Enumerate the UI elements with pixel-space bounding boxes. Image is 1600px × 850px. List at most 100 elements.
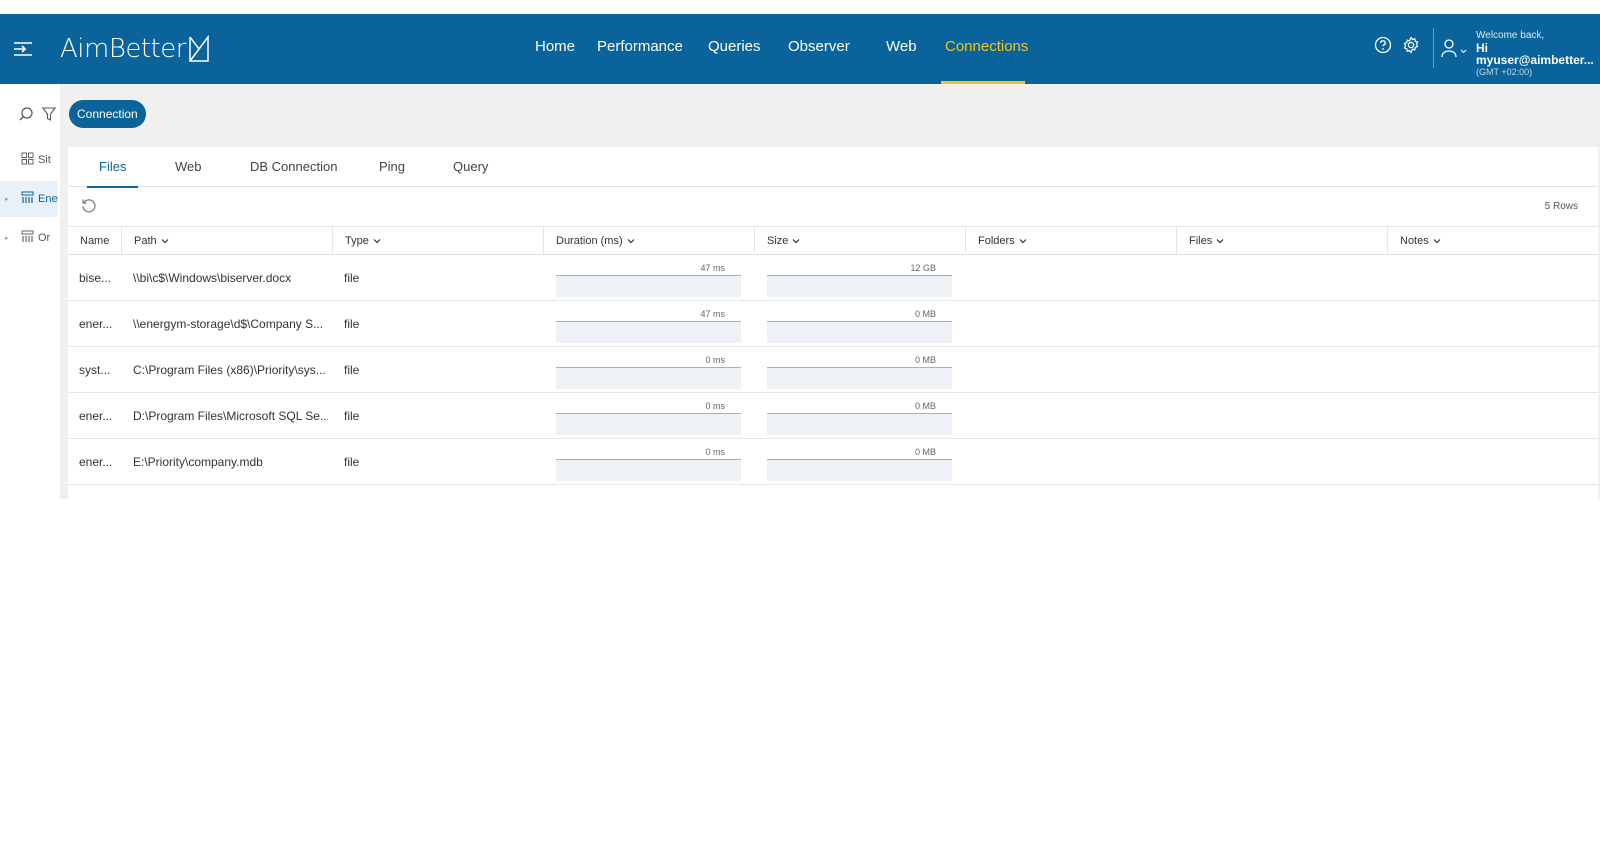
tab-bar: Files Web DB Connection Ping Query: [68, 147, 1598, 188]
app-logo[interactable]: AimBetter: [60, 34, 210, 64]
cell-type: file: [344, 363, 360, 377]
top-bar: AimBetter Home Performance Queries Obser…: [0, 14, 1600, 84]
sort-chevron-icon: [627, 239, 635, 244]
column-header-duration[interactable]: Duration (ms): [543, 227, 754, 255]
expand-caret-icon[interactable]: ▸: [5, 195, 13, 203]
nav-queries[interactable]: Queries: [708, 14, 761, 84]
menu-toggle-icon[interactable]: [12, 38, 34, 60]
duration-value: 47 ms: [700, 309, 725, 319]
duration-value: 0 ms: [705, 401, 725, 411]
nav-connections[interactable]: Connections: [941, 14, 1028, 84]
column-header-notes[interactable]: Notes: [1387, 227, 1598, 255]
table-row[interactable]: syst... C:\Program Files (x86)\Priority\…: [68, 347, 1598, 393]
sidebar-item-label: Sit: [38, 154, 51, 166]
cell-name: ener...: [79, 455, 113, 469]
user-info[interactable]: Welcome back, Hi myuser@aimbetter... (GM…: [1476, 30, 1600, 78]
table-row[interactable]: ener... E:\Priority\company.mdb file 0 m…: [68, 439, 1598, 485]
duration-value: 0 ms: [705, 355, 725, 365]
size-bar: 12 GB: [767, 263, 952, 297]
nav-observer[interactable]: Observer: [788, 14, 850, 84]
duration-bar-track: [556, 459, 741, 481]
size-bar-track: [767, 367, 952, 389]
table-row[interactable]: ener... D:\Program Files\Microsoft SQL S…: [68, 393, 1598, 439]
cell-name: ener...: [79, 409, 113, 423]
table-row[interactable]: ener... \\energym-storage\d$\Company S..…: [68, 301, 1598, 347]
cell-type: file: [344, 317, 360, 331]
tab-ping[interactable]: Ping: [379, 147, 405, 187]
duration-bar-track: [556, 321, 741, 343]
sidebar-item-label: Or: [38, 232, 51, 244]
sidebar-item-or[interactable]: ▸ Or: [0, 220, 58, 256]
header-divider: [1433, 28, 1434, 68]
cell-type: file: [344, 271, 360, 285]
user-greeting: Hi myuser@aimbetter...: [1476, 41, 1594, 67]
tab-files[interactable]: Files: [86, 147, 140, 188]
connections-panel: Files Web DB Connection Ping Query 5 Row…: [68, 147, 1598, 499]
sort-chevron-icon: [161, 239, 169, 244]
column-header-size[interactable]: Size: [754, 227, 965, 255]
cell-name: bise...: [79, 271, 112, 285]
connection-filter-pill[interactable]: Connection: [69, 100, 146, 128]
column-header-files[interactable]: Files: [1176, 227, 1387, 255]
help-icon[interactable]: [1374, 36, 1394, 56]
nav-web[interactable]: Web: [886, 14, 917, 84]
nav-home[interactable]: Home: [535, 14, 575, 84]
column-header-label: Type: [345, 235, 369, 247]
column-header-folders[interactable]: Folders: [965, 227, 1176, 255]
table-toolbar: 5 Rows: [68, 187, 1598, 227]
size-bar-track: [767, 413, 952, 435]
tab-query[interactable]: Query: [453, 147, 488, 187]
size-value: 0 MB: [914, 447, 936, 457]
column-header-name[interactable]: Name: [68, 227, 121, 255]
sort-chevron-icon: [1433, 239, 1441, 244]
size-value: 0 MB: [914, 309, 936, 319]
sidebar: Sit ▸ Ene ▸ Or: [0, 84, 58, 499]
size-value: 0 MB: [914, 401, 936, 411]
search-icon[interactable]: [18, 106, 34, 127]
server-icon: [21, 230, 34, 246]
table-row[interactable]: bise... \\bi\c$\Windows\biserver.docx fi…: [68, 255, 1598, 301]
duration-value: 47 ms: [700, 263, 725, 273]
user-avatar-icon[interactable]: [1440, 38, 1470, 63]
column-header-path[interactable]: Path: [121, 227, 332, 255]
size-bar-track: [767, 275, 952, 297]
sidebar-item-label: Ene: [38, 193, 58, 205]
server-icon: [21, 191, 34, 207]
cell-name: syst...: [79, 363, 111, 377]
grid-icon: [21, 152, 34, 168]
duration-bar-track: [556, 275, 741, 297]
column-header-type[interactable]: Type: [332, 227, 543, 255]
top-icons: [1374, 36, 1422, 56]
filter-icon[interactable]: [41, 106, 57, 127]
tab-db-connection[interactable]: DB Connection: [250, 147, 337, 187]
sidebar-item-sites[interactable]: Sit: [0, 142, 58, 178]
cell-path: D:\Program Files\Microsoft SQL Se...: [133, 409, 328, 423]
cell-name: ener...: [79, 317, 113, 331]
sidebar-item-energy[interactable]: ▸ Ene: [0, 181, 58, 217]
size-bar: 0 MB: [767, 447, 952, 481]
cell-path: \\bi\c$\Windows\biserver.docx: [133, 271, 292, 285]
duration-value: 0 ms: [705, 447, 725, 457]
column-header-label: Files: [1189, 235, 1213, 247]
expand-caret-icon[interactable]: ▸: [5, 234, 13, 242]
column-header-label: Notes: [1400, 235, 1429, 247]
sort-chevron-icon: [373, 239, 381, 244]
nav-performance[interactable]: Performance: [597, 14, 683, 84]
duration-bar-track: [556, 413, 741, 435]
duration-bar: 0 ms: [556, 401, 741, 435]
size-bar: 0 MB: [767, 355, 952, 389]
sidebar-tools: [18, 106, 57, 127]
rows-count: 5 Rows: [1544, 201, 1578, 212]
refresh-icon[interactable]: [80, 197, 98, 220]
table-header: Name Path Type Duration (ms) Size Folder…: [68, 227, 1598, 255]
duration-bar: 47 ms: [556, 309, 741, 343]
duration-bar: 47 ms: [556, 263, 741, 297]
welcome-text: Welcome back,: [1476, 30, 1545, 41]
size-bar: 0 MB: [767, 401, 952, 435]
column-header-label: Duration (ms): [556, 235, 623, 247]
column-header-label: Size: [767, 235, 789, 247]
duration-bar-track: [556, 367, 741, 389]
settings-gear-icon[interactable]: [1402, 36, 1422, 56]
cell-path: E:\Priority\company.mdb: [133, 455, 263, 469]
tab-web[interactable]: Web: [175, 147, 202, 187]
